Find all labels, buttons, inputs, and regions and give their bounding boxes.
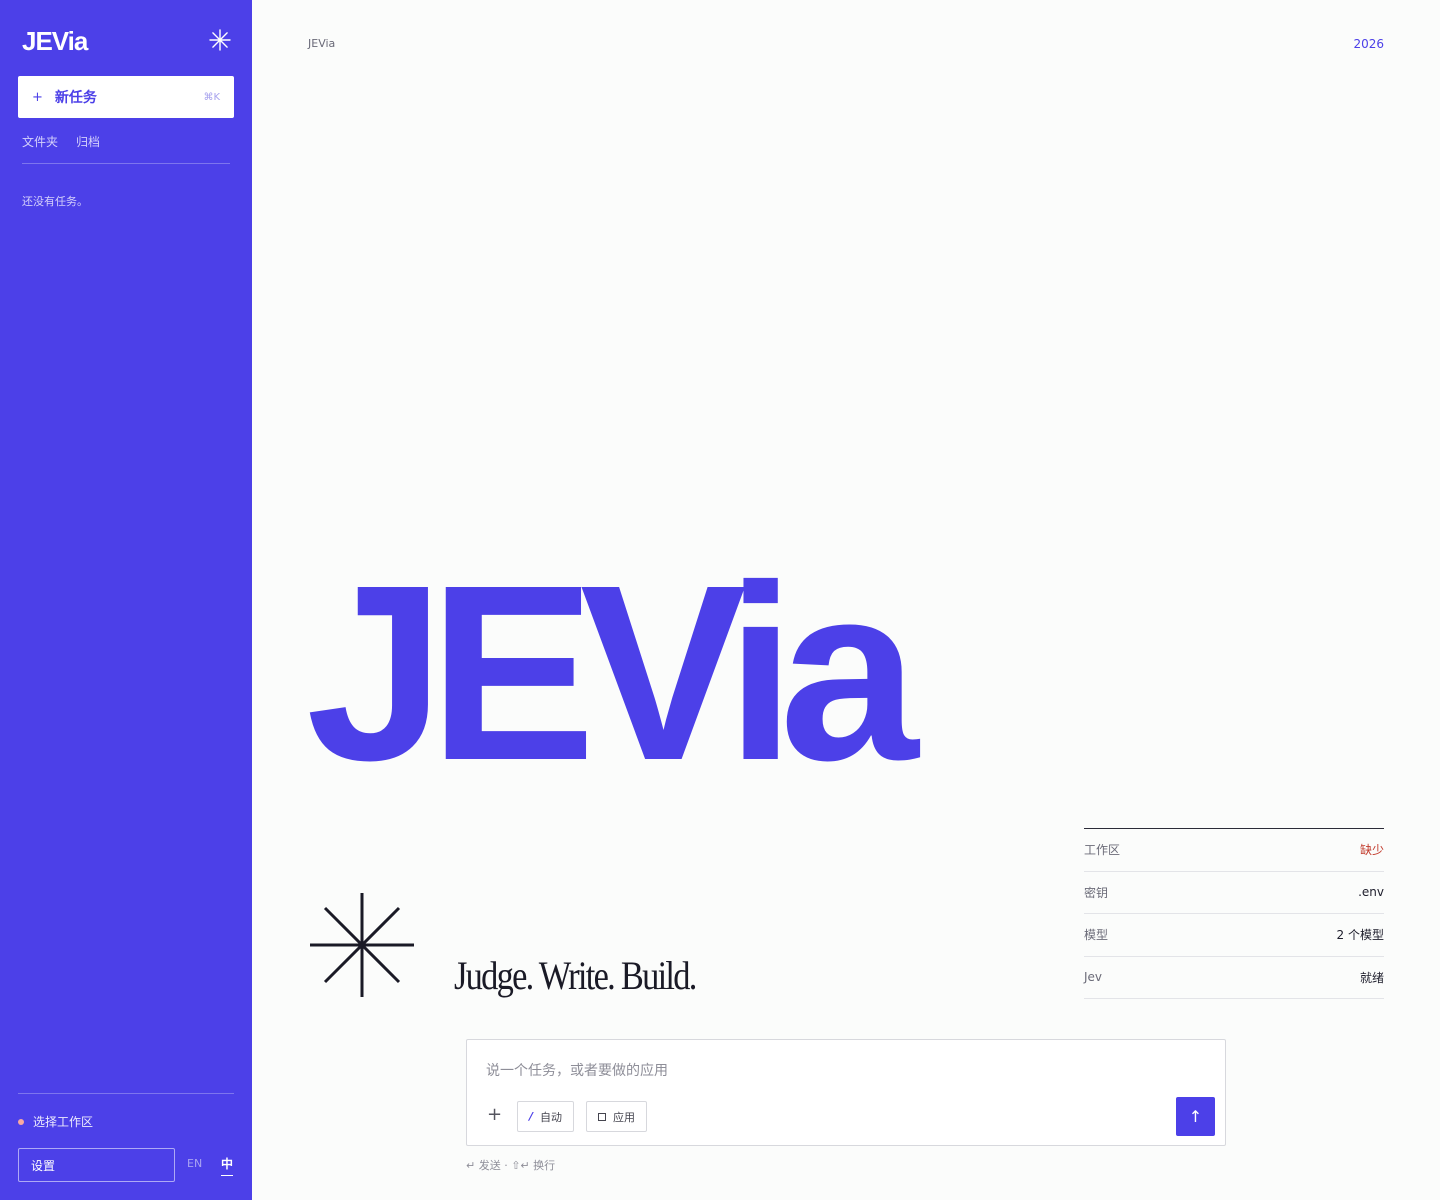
- sidebar-divider: [18, 1093, 234, 1094]
- task-composer: 说一个任务，或者要做的应用 + / 自动 应用 ↑: [466, 1039, 1226, 1146]
- tab-archive[interactable]: 归档: [76, 133, 100, 150]
- empty-task-message: 还没有任务。: [22, 195, 88, 208]
- tagline: Judge. Write. Build.: [454, 953, 697, 998]
- status-row-workspace: 工作区 缺少: [1084, 829, 1384, 872]
- mode-auto-label: 自动: [540, 1110, 563, 1124]
- sidebar-divider: [22, 163, 230, 164]
- workspace-label: 选择工作区: [33, 1115, 94, 1129]
- slash-icon: /: [529, 1110, 534, 1123]
- page-title: JEVia: [308, 37, 336, 50]
- select-workspace-button[interactable]: 选择工作区: [18, 1113, 93, 1130]
- sidebar: JEVia + 新任务 ⌘K 文件夹 归档 还没有任务。 选择工作区 设置 EN…: [0, 0, 252, 1200]
- task-input[interactable]: 说一个任务，或者要做的应用: [486, 1060, 668, 1080]
- lang-zh-toggle[interactable]: 中: [221, 1155, 234, 1176]
- status-value: 2 个模型: [1336, 928, 1384, 943]
- lang-en-toggle[interactable]: EN: [187, 1157, 202, 1170]
- status-dot-icon: [18, 1118, 24, 1125]
- status-row-key: 密钥 .env: [1084, 872, 1384, 914]
- status-key: Jev: [1084, 970, 1103, 985]
- plus-icon: +: [32, 89, 43, 105]
- status-key: 密钥: [1084, 885, 1109, 900]
- year-label: 2026: [1353, 37, 1384, 51]
- status-key: 工作区: [1084, 843, 1121, 858]
- arrow-up-icon: ↑: [1188, 1107, 1203, 1126]
- sidebar-logo[interactable]: JEVia: [22, 26, 88, 57]
- status-row-models: 模型 2 个模型: [1084, 914, 1384, 957]
- status-value: .env: [1358, 885, 1384, 900]
- status-key: 模型: [1084, 928, 1109, 943]
- settings-button[interactable]: 设置: [18, 1148, 175, 1182]
- status-value: 就绪: [1359, 970, 1384, 985]
- status-value: 缺少: [1359, 843, 1384, 858]
- new-task-button[interactable]: + 新任务 ⌘K: [18, 76, 234, 118]
- tab-folders[interactable]: 文件夹: [22, 133, 58, 150]
- asterisk-icon[interactable]: [208, 28, 232, 52]
- hero-wordmark: JEVia: [306, 533, 919, 812]
- status-table: 工作区 缺少 密钥 .env 模型 2 个模型 Jev 就绪: [1084, 828, 1384, 999]
- shortcut-hint: ⌘K: [203, 91, 220, 103]
- add-attachment-button[interactable]: +: [487, 1104, 502, 1125]
- keyboard-hint: ↵ 发送 · ⇧↵ 换行: [466, 1159, 556, 1172]
- mode-auto-button[interactable]: / 自动: [517, 1101, 575, 1132]
- sidebar-tabs: 文件夹 归档: [22, 133, 100, 150]
- asterisk-icon: [310, 893, 414, 997]
- square-icon: [598, 1112, 606, 1121]
- status-row-jev: Jev 就绪: [1084, 957, 1384, 999]
- new-task-label: 新任务: [54, 90, 97, 106]
- mode-app-button[interactable]: 应用: [586, 1101, 647, 1132]
- mode-app-label: 应用: [613, 1110, 635, 1124]
- send-button[interactable]: ↑: [1176, 1097, 1215, 1136]
